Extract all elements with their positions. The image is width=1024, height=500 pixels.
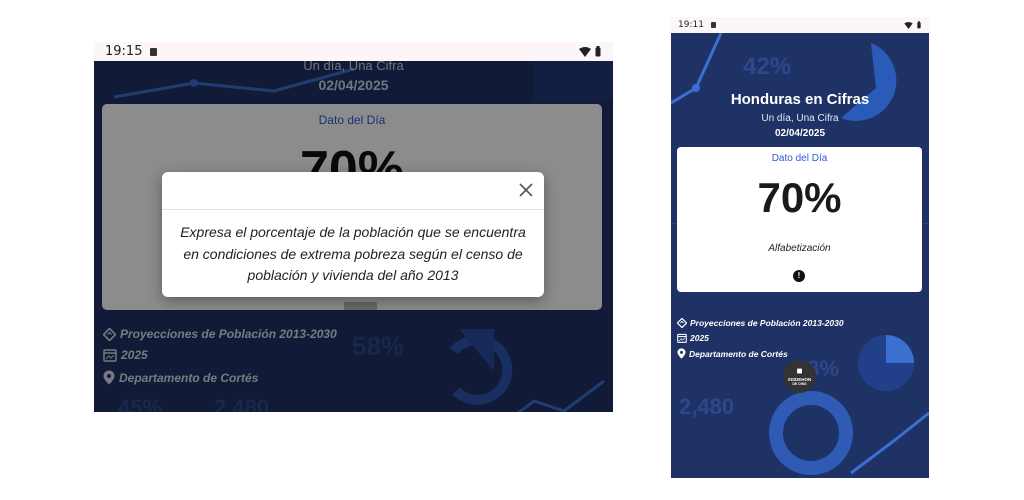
data-card: Dato del Día 70% Alfabetización !: [677, 147, 922, 292]
info-dialog: Expresa el porcentaje de la población qu…: [162, 172, 544, 297]
close-icon[interactable]: [518, 182, 534, 198]
wifi-icon: [904, 21, 913, 29]
meta-location-text: Departamento de Cortés: [689, 348, 788, 359]
calendar-icon: [677, 333, 687, 343]
battery-icon: [595, 46, 601, 57]
meta-location: Departamento de Cortés: [677, 348, 788, 359]
location-pin-icon: [677, 348, 686, 359]
meta-year-text: 2025: [690, 333, 709, 343]
logo-line2: DE DINS: [792, 382, 807, 386]
battery-icon: [917, 21, 921, 29]
card-caption: Alfabetización: [768, 243, 831, 254]
left-screen: 19:15 58% 45% 2,480 Un día, Una Cifra 02…: [94, 42, 613, 412]
status-time: 19:15: [105, 44, 143, 59]
subtitle: Un día, Una Cifra: [761, 113, 839, 124]
dialog-text: Expresa el porcentaje de la población qu…: [180, 224, 526, 283]
diamond-icon: [677, 318, 687, 328]
date: 02/04/2025: [774, 128, 826, 139]
meta-source-text: Proyecciones de Población 2013-2030: [690, 318, 844, 328]
background-pct-top: 42%: [743, 53, 792, 80]
status-bar: 19:15: [94, 42, 613, 61]
status-time: 19:11: [678, 20, 704, 30]
page-title: Honduras en Cifras: [730, 91, 870, 108]
logo: ■ SISDEHON DE DINS: [783, 360, 816, 393]
card-value: 70%: [757, 174, 842, 221]
logo-text: ■: [796, 366, 803, 377]
card-label: Dato del Día: [771, 153, 828, 164]
notification-icon: [710, 22, 716, 28]
wifi-icon: [579, 46, 591, 57]
meta-year: 2025: [677, 333, 709, 343]
meta-source: Proyecciones de Población 2013-2030: [677, 318, 844, 328]
notification-icon: [150, 47, 158, 56]
background-count: 2,480: [679, 394, 735, 419]
status-bar: 19:11: [671, 17, 929, 33]
right-screen: 19:11 42% 58% 2,480 Honduras en Cifras U…: [671, 17, 929, 478]
dialog-header: [162, 172, 544, 210]
info-icon[interactable]: !: [793, 270, 805, 282]
